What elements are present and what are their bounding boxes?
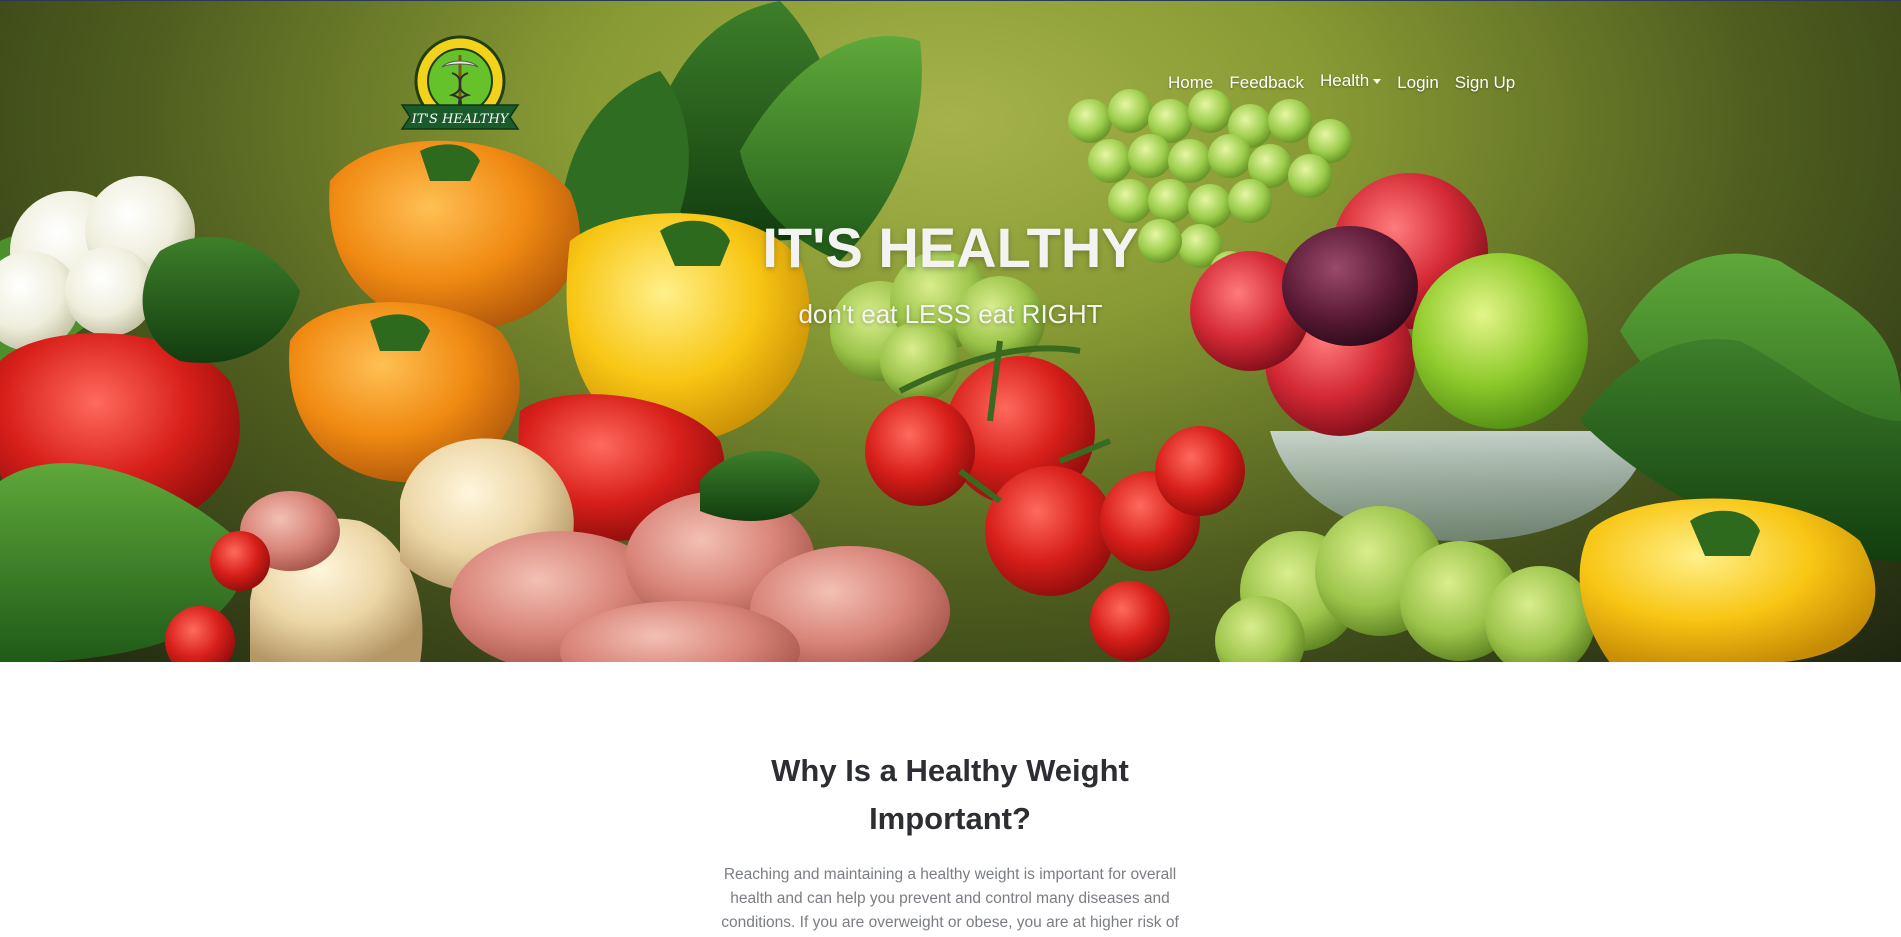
section-body-text: Reaching and maintaining a healthy weigh… (721, 866, 1179, 931)
hero-banner: IT'S HEALTHY Home Feedback Health Login … (0, 0, 1901, 663)
section-heading: Why Is a Healthy Weight Important? (771, 753, 1129, 836)
hero-subtitle: don't eat LESS eat RIGHT (798, 299, 1103, 329)
nav-feedback[interactable]: Feedback (1221, 73, 1312, 93)
vegetables-background-image (0, 1, 1901, 663)
caduceus-logo-icon: IT'S HEALTHY (400, 35, 520, 130)
page: IT'S HEALTHY Home Feedback Health Login … (0, 0, 1901, 937)
nav-health-dropdown[interactable]: Health (1312, 71, 1389, 91)
nav-home[interactable]: Home (1160, 73, 1221, 93)
nav-health-label: Health (1320, 71, 1370, 90)
site-logo[interactable]: IT'S HEALTHY (398, 33, 522, 139)
logo-text: IT'S HEALTHY (411, 112, 510, 127)
chevron-down-icon (1373, 79, 1382, 84)
nav-signup[interactable]: Sign Up (1447, 73, 1523, 93)
hero-title: IT'S HEALTHY (762, 216, 1139, 279)
nav-login[interactable]: Login (1389, 73, 1447, 93)
main-nav: Home Feedback Health Login Sign Up (1160, 71, 1523, 93)
content-section: Why Is a Healthy Weight Important? Reach… (0, 662, 1901, 937)
